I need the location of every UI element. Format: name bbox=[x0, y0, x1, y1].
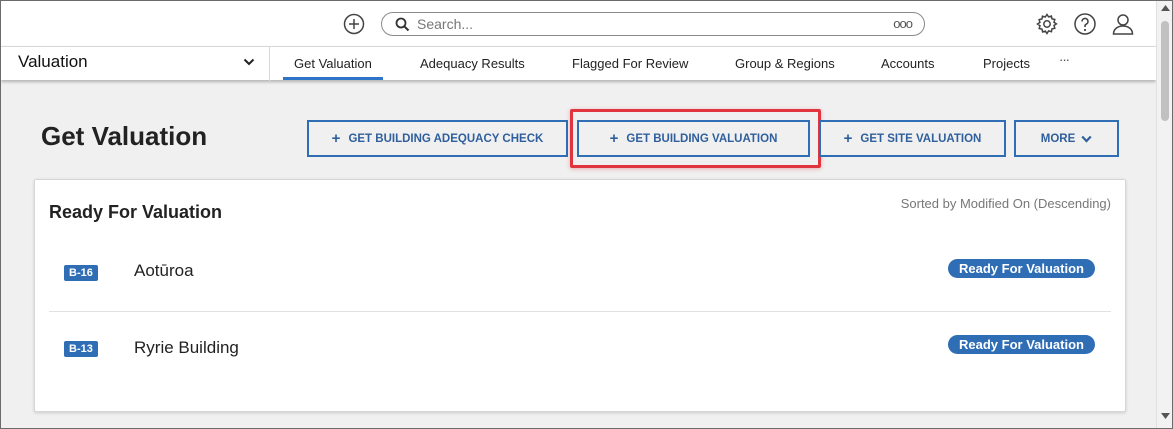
module-nav: Valuation Get Valuation Adequacy Results… bbox=[1, 46, 1156, 81]
chevron-down-icon bbox=[1081, 135, 1092, 143]
sort-label[interactable]: Sorted by Modified On (Descending) bbox=[901, 196, 1111, 211]
app-window: Search... ooo Valuation Get Valuation Ad… bbox=[0, 0, 1173, 429]
tab-flagged-for-review[interactable]: Flagged For Review bbox=[572, 56, 688, 71]
vertical-scrollbar[interactable] bbox=[1156, 1, 1172, 428]
ready-for-valuation-panel: Ready For Valuation Sorted by Modified O… bbox=[34, 179, 1126, 412]
module-selector-label[interactable]: Valuation bbox=[18, 52, 88, 72]
search-icon bbox=[395, 17, 410, 32]
plus-icon: + bbox=[331, 130, 341, 147]
list-item[interactable]: B-16 Aotūroa Ready For Valuation bbox=[49, 234, 1111, 310]
nav-divider bbox=[269, 47, 270, 81]
highlight-box bbox=[570, 109, 821, 168]
tab-projects[interactable]: Projects bbox=[983, 56, 1030, 71]
gear-icon[interactable] bbox=[1035, 12, 1059, 36]
get-site-valuation-button[interactable]: + GET SITE VALUATION bbox=[819, 120, 1006, 157]
button-label: GET BUILDING ADEQUACY CHECK bbox=[348, 132, 544, 145]
get-building-adequacy-check-button[interactable]: + GET BUILDING ADEQUACY CHECK bbox=[307, 120, 568, 157]
tab-adequacy-results[interactable]: Adequacy Results bbox=[420, 56, 525, 71]
user-profile-icon[interactable] bbox=[1111, 12, 1135, 36]
status-badge: Ready For Valuation bbox=[948, 259, 1095, 278]
scrollbar-thumb[interactable] bbox=[1161, 21, 1169, 121]
more-tabs-icon[interactable]: ··· bbox=[1059, 52, 1070, 67]
tab-get-valuation[interactable]: Get Valuation bbox=[294, 56, 372, 71]
building-name[interactable]: Ryrie Building bbox=[134, 338, 239, 358]
plus-icon: + bbox=[843, 130, 853, 147]
status-badge: Ready For Valuation bbox=[948, 335, 1095, 354]
chevron-down-icon[interactable] bbox=[243, 57, 255, 67]
search-input[interactable]: Search... ooo bbox=[381, 12, 925, 36]
top-bar: Search... ooo bbox=[1, 1, 1156, 46]
building-name[interactable]: Aotūroa bbox=[134, 261, 194, 281]
page-title: Get Valuation bbox=[41, 121, 208, 151]
panel-title: Ready For Valuation bbox=[49, 202, 223, 222]
help-icon[interactable] bbox=[1073, 12, 1097, 36]
building-code-badge: B-13 bbox=[64, 341, 98, 357]
more-button[interactable]: MORE bbox=[1014, 120, 1119, 157]
search-options-icon[interactable]: ooo bbox=[893, 16, 913, 31]
add-circle-icon[interactable] bbox=[343, 13, 365, 35]
button-label: MORE bbox=[1040, 132, 1076, 145]
list-item[interactable]: B-13 Ryrie Building Ready For Valuation bbox=[49, 311, 1111, 387]
active-tab-indicator bbox=[283, 77, 383, 80]
scroll-up-icon[interactable] bbox=[1161, 5, 1170, 11]
tab-group-regions[interactable]: Group & Regions bbox=[735, 56, 835, 71]
button-label: GET SITE VALUATION bbox=[860, 132, 982, 145]
building-code-badge: B-16 bbox=[64, 265, 98, 281]
scroll-down-icon[interactable] bbox=[1161, 413, 1170, 419]
tab-accounts[interactable]: Accounts bbox=[881, 56, 934, 71]
search-placeholder: Search... bbox=[417, 16, 474, 32]
